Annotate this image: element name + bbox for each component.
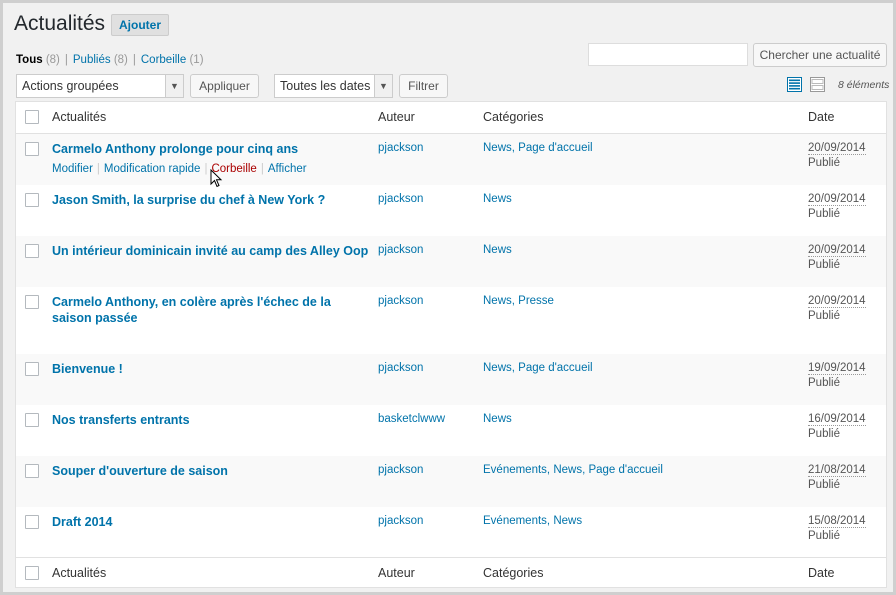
column-footer-author: Auteur (378, 566, 415, 580)
table-row: Jason Smith, la surprise du chef à New Y… (16, 185, 886, 236)
column-footer-date[interactable]: Date (808, 566, 834, 580)
edit-link[interactable]: Modifier (52, 163, 93, 175)
table-row: Carmelo Anthony, en colère après l'échec… (16, 287, 886, 354)
row-checkbox[interactable] (25, 413, 39, 427)
post-author-link[interactable]: pjackson (378, 464, 423, 476)
column-header-date[interactable]: Date (808, 110, 834, 124)
table-row: Un intérieur dominicain invité au camp d… (16, 236, 886, 287)
post-title-link[interactable]: Carmelo Anthony, en colère après l'échec… (52, 294, 372, 326)
post-date: 20/09/2014 Publié (808, 295, 866, 322)
select-all-checkbox[interactable] (25, 110, 39, 124)
posts-table: Actualités Auteur Catégories Date Carmel… (15, 101, 887, 588)
post-title-link[interactable]: Nos transferts entrants (52, 412, 372, 428)
post-author-link[interactable]: pjackson (378, 142, 423, 154)
post-author-link[interactable]: basketclwww (378, 413, 445, 425)
row-checkbox[interactable] (25, 295, 39, 309)
row-checkbox[interactable] (25, 464, 39, 478)
excerpt-view-icon[interactable] (810, 77, 825, 92)
table-row: Carmelo Anthony prolonge pour cinq ans M… (16, 134, 886, 185)
post-categories[interactable]: News (483, 413, 512, 425)
post-date: 16/09/2014 Publié (808, 413, 866, 440)
post-categories[interactable]: Evénements, News (483, 515, 582, 527)
filter-trash[interactable]: Corbeille (1) (141, 54, 204, 66)
post-title-link[interactable]: Un intérieur dominicain invité au camp d… (52, 243, 372, 259)
bulk-actions-select[interactable]: Actions groupées ▼ (16, 74, 184, 98)
post-title-link[interactable]: Draft 2014 (52, 514, 372, 530)
post-author-link[interactable]: pjackson (378, 295, 423, 307)
post-title-link[interactable]: Bienvenue ! (52, 361, 372, 377)
add-new-button[interactable]: Ajouter (111, 14, 169, 36)
apply-button[interactable]: Appliquer (190, 74, 259, 98)
table-row: Nos transferts entrants basketclwww News… (16, 405, 886, 456)
page-title: Actualités (14, 12, 106, 35)
filter-all[interactable]: Tous (8) (16, 54, 60, 66)
post-title-link[interactable]: Jason Smith, la surprise du chef à New Y… (52, 192, 372, 208)
table-row: Bienvenue ! pjackson News, Page d'accuei… (16, 354, 886, 405)
app-frame: Actualités Ajouter Tous (8) | Publiés (8) |… (0, 0, 896, 595)
post-categories[interactable]: Evénements, News, Page d'accueil (483, 464, 663, 476)
row-checkbox[interactable] (25, 193, 39, 207)
table-row: Draft 2014 pjackson Evénements, News 15/… (16, 507, 886, 557)
column-header-categories: Catégories (483, 110, 544, 124)
date-filter-select[interactable]: Toutes les dates ▼ (274, 74, 393, 98)
status-filter-links: Tous (8) | Publiés (8) | Corbeille (1) (16, 54, 204, 66)
row-actions: Modifier | Modification rapide | Corbeille | A… (52, 163, 307, 175)
search-input[interactable] (588, 43, 748, 66)
mouse-pointer-icon (210, 169, 223, 188)
table-header-row: Actualités Auteur Catégories Date (16, 102, 886, 134)
post-author-link[interactable]: pjackson (378, 244, 423, 256)
column-header-title[interactable]: Actualités (52, 110, 106, 124)
column-header-author: Auteur (378, 110, 415, 124)
chevron-down-icon: ▼ (374, 75, 392, 97)
items-count: 8 éléments (838, 79, 890, 91)
post-title-link[interactable]: Souper d'ouverture de saison (52, 463, 372, 479)
select-all-checkbox-footer[interactable] (25, 566, 39, 580)
quick-edit-link[interactable]: Modification rapide (104, 163, 201, 175)
post-categories[interactable]: News, Page d'accueil (483, 142, 593, 154)
post-date: 20/09/2014 Publié (808, 244, 866, 271)
post-categories[interactable]: News (483, 193, 512, 205)
post-date: 20/09/2014 Publié (808, 193, 866, 220)
row-checkbox[interactable] (25, 362, 39, 376)
post-categories[interactable]: News, Presse (483, 295, 554, 307)
column-footer-title[interactable]: Actualités (52, 566, 106, 580)
post-author-link[interactable]: pjackson (378, 362, 423, 374)
chevron-down-icon: ▼ (165, 75, 183, 97)
post-title-link[interactable]: Carmelo Anthony prolonge pour cinq ans (52, 141, 372, 157)
list-view-icon[interactable] (787, 77, 802, 92)
post-date: 21/08/2014 Publié (808, 464, 866, 491)
post-categories[interactable]: News, Page d'accueil (483, 362, 593, 374)
post-date: 20/09/2014 Publié (808, 142, 866, 169)
filter-published[interactable]: Publiés (8) (73, 54, 128, 66)
table-row: Souper d'ouverture de saison pjackson Ev… (16, 456, 886, 507)
search-button[interactable]: Chercher une actualité (753, 43, 887, 67)
row-checkbox[interactable] (25, 515, 39, 529)
post-date: 19/09/2014 Publié (808, 362, 866, 389)
post-author-link[interactable]: pjackson (378, 515, 423, 527)
column-footer-categories: Catégories (483, 566, 544, 580)
table-footer-row: Actualités Auteur Catégories Date (16, 557, 886, 589)
post-author-link[interactable]: pjackson (378, 193, 423, 205)
view-link[interactable]: Afficher (268, 163, 307, 175)
post-categories[interactable]: News (483, 244, 512, 256)
row-checkbox[interactable] (25, 142, 39, 156)
filter-button[interactable]: Filtrer (399, 74, 448, 98)
row-checkbox[interactable] (25, 244, 39, 258)
post-date: 15/08/2014 Publié (808, 515, 866, 542)
